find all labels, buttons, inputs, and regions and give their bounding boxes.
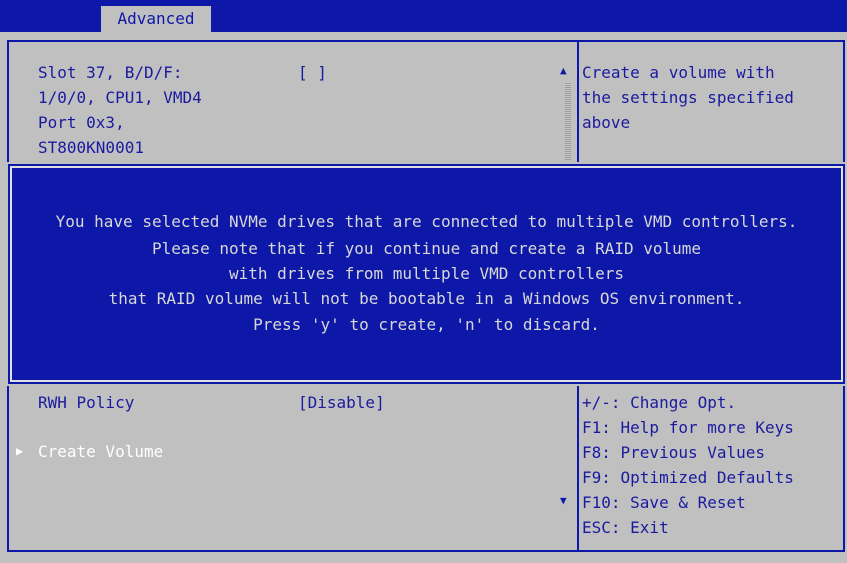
warning-dialog[interactable]: You have selected NVMe drives that are c…	[6, 162, 847, 386]
rwh-policy-value[interactable]: [Disable]	[298, 390, 385, 415]
key-help-item: F8: Previous Values	[582, 443, 766, 462]
panel-divider	[577, 380, 579, 552]
dialog-message-line: with drives from multiple VMD controller…	[229, 264, 624, 283]
slot-drive-line: ST800KN0001	[38, 138, 144, 157]
scrollbar[interactable]	[565, 82, 571, 160]
key-help-item: +/-: Change Opt.	[582, 393, 737, 412]
slot-drive-line: Slot 37, B/D/F:	[38, 63, 183, 82]
key-help-item: ESC: Exit	[582, 518, 669, 537]
dialog-message-line: Please note that if you continue and cre…	[151, 239, 702, 258]
help-text-top: Create a volume with the settings specif…	[582, 60, 794, 135]
key-help-item: F10: Save & Reset	[582, 493, 746, 512]
dialog-border: You have selected NVMe drives that are c…	[10, 166, 843, 382]
slot-drive-item[interactable]: Slot 37, B/D/F: 1/0/0, CPU1, VMD4 Port 0…	[38, 60, 202, 160]
help-line: above	[582, 113, 631, 132]
triangle-right-icon: ▶	[16, 444, 24, 458]
create-volume-item[interactable]: Create Volume	[38, 439, 163, 464]
dialog-prompt: Press 'y' to create, 'n' to discard.	[253, 315, 600, 334]
dialog-message-line: that RAID volume will not be bootable in…	[108, 289, 745, 308]
tab-advanced[interactable]: Advanced	[101, 6, 211, 32]
key-help-item: F9: Optimized Defaults	[582, 468, 794, 487]
key-help-item: F1: Help for more Keys	[582, 418, 794, 437]
key-help-list: +/-: Change Opt. F1: Help for more Keys …	[582, 390, 794, 540]
help-line: Create a volume with	[582, 63, 775, 82]
slot-drive-line: 1/0/0, CPU1, VMD4	[38, 88, 202, 107]
panel-divider	[577, 40, 579, 163]
triangle-down-icon[interactable]: ▼	[560, 494, 567, 507]
slot-drive-checkbox[interactable]: [ ]	[298, 60, 327, 85]
rwh-policy-label: RWH Policy	[38, 393, 135, 412]
dialog-message-line: You have selected NVMe drives that are c…	[55, 212, 798, 231]
help-line: the settings specified	[582, 88, 794, 107]
triangle-up-icon[interactable]: ▲	[560, 64, 567, 77]
slot-drive-line: Port 0x3,	[38, 113, 125, 132]
